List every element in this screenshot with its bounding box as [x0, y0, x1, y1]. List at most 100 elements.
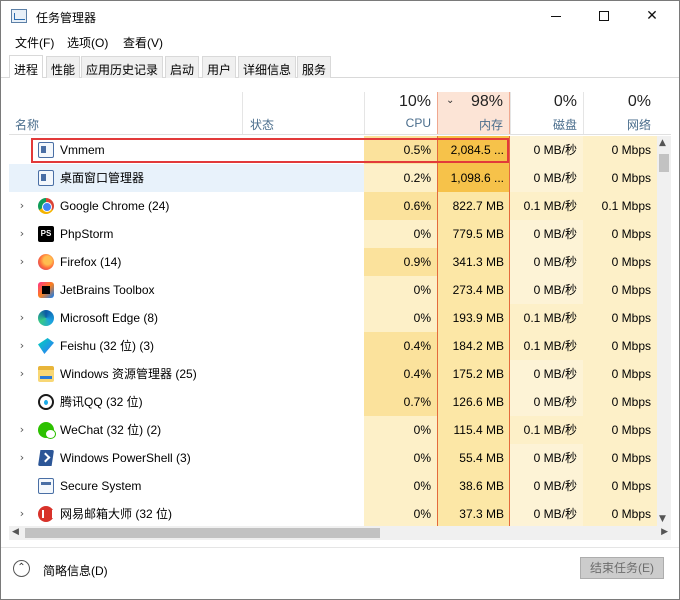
process-row[interactable]: Vmmem 0.5% 2,084.5 ... 0 MB/秒 0 Mbps	[9, 136, 657, 164]
menu-options[interactable]: 选项(O)	[67, 34, 108, 51]
process-disk: 0 MB/秒	[510, 360, 583, 388]
scroll-left-icon[interactable]: ◀	[12, 527, 19, 537]
process-disk: 0 MB/秒	[510, 136, 583, 164]
minimize-button[interactable]	[533, 1, 579, 31]
process-name: PhpStorm	[60, 227, 114, 241]
edge-icon	[38, 310, 54, 326]
folder-icon	[38, 366, 54, 382]
process-name: 腾讯QQ (32 位)	[60, 395, 143, 409]
window-icon	[38, 170, 54, 186]
process-row[interactable]: › Firefox (14) 0.9% 341.3 MB 0 MB/秒 0 Mbps	[9, 248, 657, 276]
maximize-icon	[599, 11, 609, 21]
tab-performance[interactable]: 性能	[46, 56, 81, 78]
expand-chevron-icon[interactable]: ›	[9, 360, 35, 388]
process-row[interactable]: 腾讯QQ (32 位) 0.7% 126.6 MB 0 MB/秒 0 Mbps	[9, 388, 657, 416]
process-cpu: 0.4%	[364, 360, 437, 388]
tab-app-history[interactable]: 应用历史记录	[81, 56, 164, 78]
process-memory: 2,084.5 ...	[437, 136, 510, 164]
column-disk[interactable]: 0% 磁盘	[510, 92, 583, 134]
tab-details[interactable]: 详细信息	[238, 56, 297, 78]
process-cpu: 0%	[364, 416, 437, 444]
row-spacer	[9, 388, 35, 416]
process-disk: 0.1 MB/秒	[510, 304, 583, 332]
secure-system-icon	[38, 478, 54, 494]
expand-chevron-icon[interactable]: ›	[9, 192, 35, 220]
qq-icon	[38, 394, 54, 410]
scroll-down-icon[interactable]: ▼	[659, 514, 666, 524]
expand-chevron-icon[interactable]: ›	[9, 500, 35, 526]
process-name: JetBrains Toolbox	[60, 283, 155, 297]
vm-icon	[38, 142, 54, 158]
process-cpu: 0.4%	[364, 332, 437, 360]
process-cpu: 0%	[364, 500, 437, 526]
expand-chevron-icon[interactable]: ›	[9, 332, 35, 360]
process-disk: 0 MB/秒	[510, 164, 583, 192]
column-status[interactable]: 状态	[242, 92, 364, 134]
collapse-details-icon[interactable]: ⌃	[13, 560, 30, 577]
task-manager-app-icon	[11, 9, 27, 23]
process-name: Windows 资源管理器 (25)	[60, 367, 197, 381]
process-memory: 115.4 MB	[437, 416, 510, 444]
vertical-scrollbar[interactable]: ▲ ▼	[657, 136, 671, 526]
tab-users[interactable]: 用户	[202, 56, 237, 78]
vertical-scroll-thumb[interactable]	[659, 154, 669, 172]
expand-chevron-icon[interactable]: ›	[9, 304, 35, 332]
horizontal-scroll-thumb[interactable]	[25, 528, 380, 538]
process-disk: 0 MB/秒	[510, 248, 583, 276]
process-row[interactable]: › Microsoft Edge (8) 0% 193.9 MB 0.1 MB/秒 0 M…	[9, 304, 657, 332]
maximize-button[interactable]	[581, 1, 627, 31]
process-memory: 175.2 MB	[437, 360, 510, 388]
process-row[interactable]: › PS PhpStorm 0% 779.5 MB 0 MB/秒 0 Mbps	[9, 220, 657, 248]
process-network: 0 Mbps	[583, 136, 657, 164]
process-network: 0 Mbps	[583, 248, 657, 276]
process-row[interactable]: › Google Chrome (24) 0.6% 822.7 MB 0.1 MB/秒 0…	[9, 192, 657, 220]
process-row[interactable]: Secure System 0% 38.6 MB 0 MB/秒 0 Mbps	[9, 472, 657, 500]
title-bar[interactable]: 任务管理器 ✕	[1, 1, 679, 32]
tab-strip: 进程 性能 应用历史记录 启动 用户 详细信息 服务	[1, 55, 679, 78]
minimize-icon	[551, 15, 561, 17]
process-network: 0 Mbps	[583, 332, 657, 360]
process-row[interactable]: › 网易邮箱大师 (32 位) 0% 37.3 MB 0 MB/秒 0 Mbps	[9, 500, 657, 526]
process-name: 桌面窗口管理器	[60, 171, 145, 185]
tab-services[interactable]: 服务	[297, 56, 332, 78]
disk-column-label: 磁盘	[552, 118, 577, 132]
scroll-up-icon[interactable]: ▲	[659, 138, 666, 148]
process-name: Feishu (32 位) (3)	[60, 339, 155, 353]
expand-chevron-icon[interactable]: ›	[9, 416, 35, 444]
disk-total-percent: 0%	[553, 93, 577, 110]
fewer-details-link[interactable]: 简略信息(D)	[43, 562, 108, 579]
expand-chevron-icon[interactable]: ›	[9, 444, 35, 472]
process-memory: 184.2 MB	[437, 332, 510, 360]
process-row[interactable]: › Windows PowerShell (3) 0% 55.4 MB 0 MB/秒 0 …	[9, 444, 657, 472]
column-name[interactable]: 名称	[9, 92, 242, 134]
menu-file[interactable]: 文件(F)	[15, 34, 54, 51]
process-disk: 0 MB/秒	[510, 276, 583, 304]
process-row[interactable]: JetBrains Toolbox 0% 273.4 MB 0 MB/秒 0 Mbps	[9, 276, 657, 304]
process-name: Firefox (14)	[60, 255, 122, 269]
expand-chevron-icon[interactable]: ›	[9, 220, 35, 248]
scroll-right-icon[interactable]: ▶	[661, 527, 668, 537]
firefox-icon	[38, 254, 54, 270]
process-row[interactable]: 桌面窗口管理器 0.2% 1,098.6 ... 0 MB/秒 0 Mbps	[9, 164, 657, 192]
process-row[interactable]: › Feishu (32 位) (3) 0.4% 184.2 MB 0.1 MB/秒 0 …	[9, 332, 657, 360]
column-network[interactable]: 0% 网络	[583, 92, 657, 134]
column-memory[interactable]: ⌄ 98% 内存	[437, 92, 510, 134]
process-disk: 0 MB/秒	[510, 388, 583, 416]
process-cpu: 0.5%	[364, 136, 437, 164]
tab-startup[interactable]: 启动	[165, 56, 200, 78]
cpu-column-label: CPU	[405, 116, 431, 130]
process-row[interactable]: › Windows 资源管理器 (25) 0.4% 175.2 MB 0 MB/秒 0 M…	[9, 360, 657, 388]
horizontal-scrollbar[interactable]: ◀ ▶	[9, 526, 671, 540]
process-row[interactable]: › WeChat (32 位) (2) 0% 115.4 MB 0.1 MB/秒 0 Mb…	[9, 416, 657, 444]
expand-chevron-icon[interactable]: ›	[9, 248, 35, 276]
close-button[interactable]: ✕	[629, 1, 675, 31]
column-cpu[interactable]: 10% CPU	[364, 92, 437, 134]
process-network: 0 Mbps	[583, 388, 657, 416]
tab-processes[interactable]: 进程	[9, 55, 44, 78]
close-icon: ✕	[646, 8, 658, 24]
menu-view[interactable]: 查看(V)	[123, 34, 163, 51]
menu-bar: 文件(F) 选项(O) 查看(V)	[1, 32, 679, 52]
powershell-icon	[38, 450, 54, 466]
process-cpu: 0%	[364, 444, 437, 472]
end-task-button[interactable]: 结束任务(E)	[580, 557, 664, 579]
